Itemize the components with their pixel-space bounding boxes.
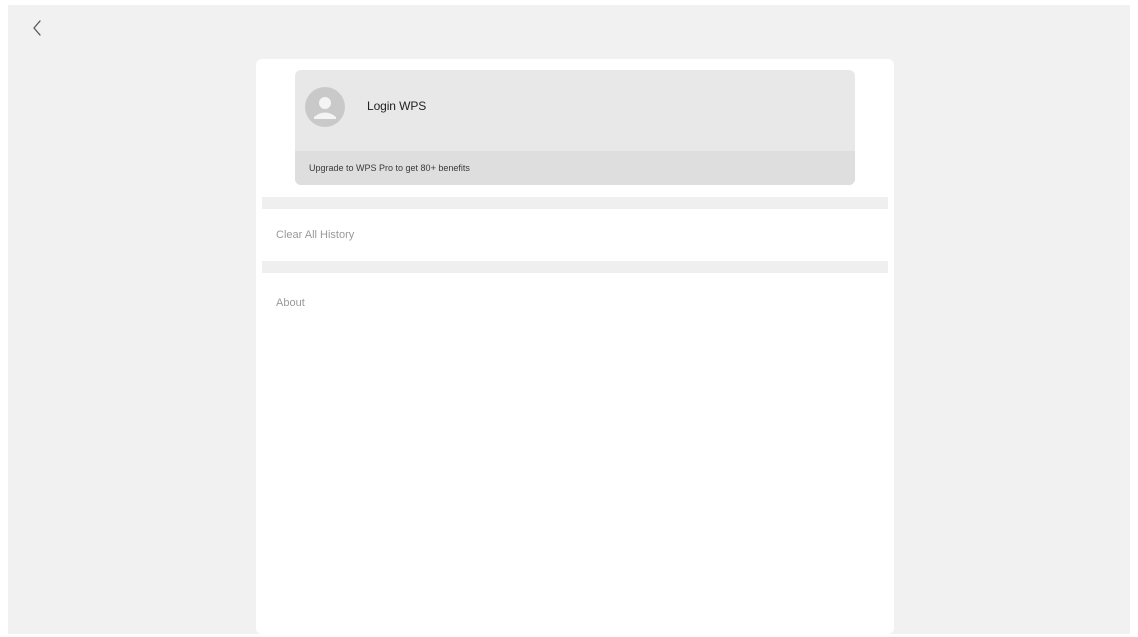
upgrade-text: Upgrade to WPS Pro to get 80+ benefits xyxy=(309,163,470,173)
account-card: Login WPS Upgrade to WPS Pro to get 80+ … xyxy=(295,70,855,185)
clear-all-history-item[interactable]: Clear All History xyxy=(256,209,894,261)
settings-screen: Login WPS Upgrade to WPS Pro to get 80+ … xyxy=(8,5,1130,634)
section-divider xyxy=(262,261,888,273)
upgrade-banner[interactable]: Upgrade to WPS Pro to get 80+ benefits xyxy=(295,151,855,185)
chevron-left-icon xyxy=(33,20,41,36)
settings-panel: Login WPS Upgrade to WPS Pro to get 80+ … xyxy=(256,59,894,634)
login-label: Login WPS xyxy=(367,99,427,113)
section-divider xyxy=(262,197,888,209)
login-row[interactable]: Login WPS xyxy=(295,70,855,151)
about-item[interactable]: About xyxy=(256,273,894,325)
about-label: About xyxy=(276,297,305,309)
clear-all-history-label: Clear All History xyxy=(276,229,355,241)
user-avatar-icon xyxy=(305,87,345,127)
back-button[interactable] xyxy=(27,17,49,39)
